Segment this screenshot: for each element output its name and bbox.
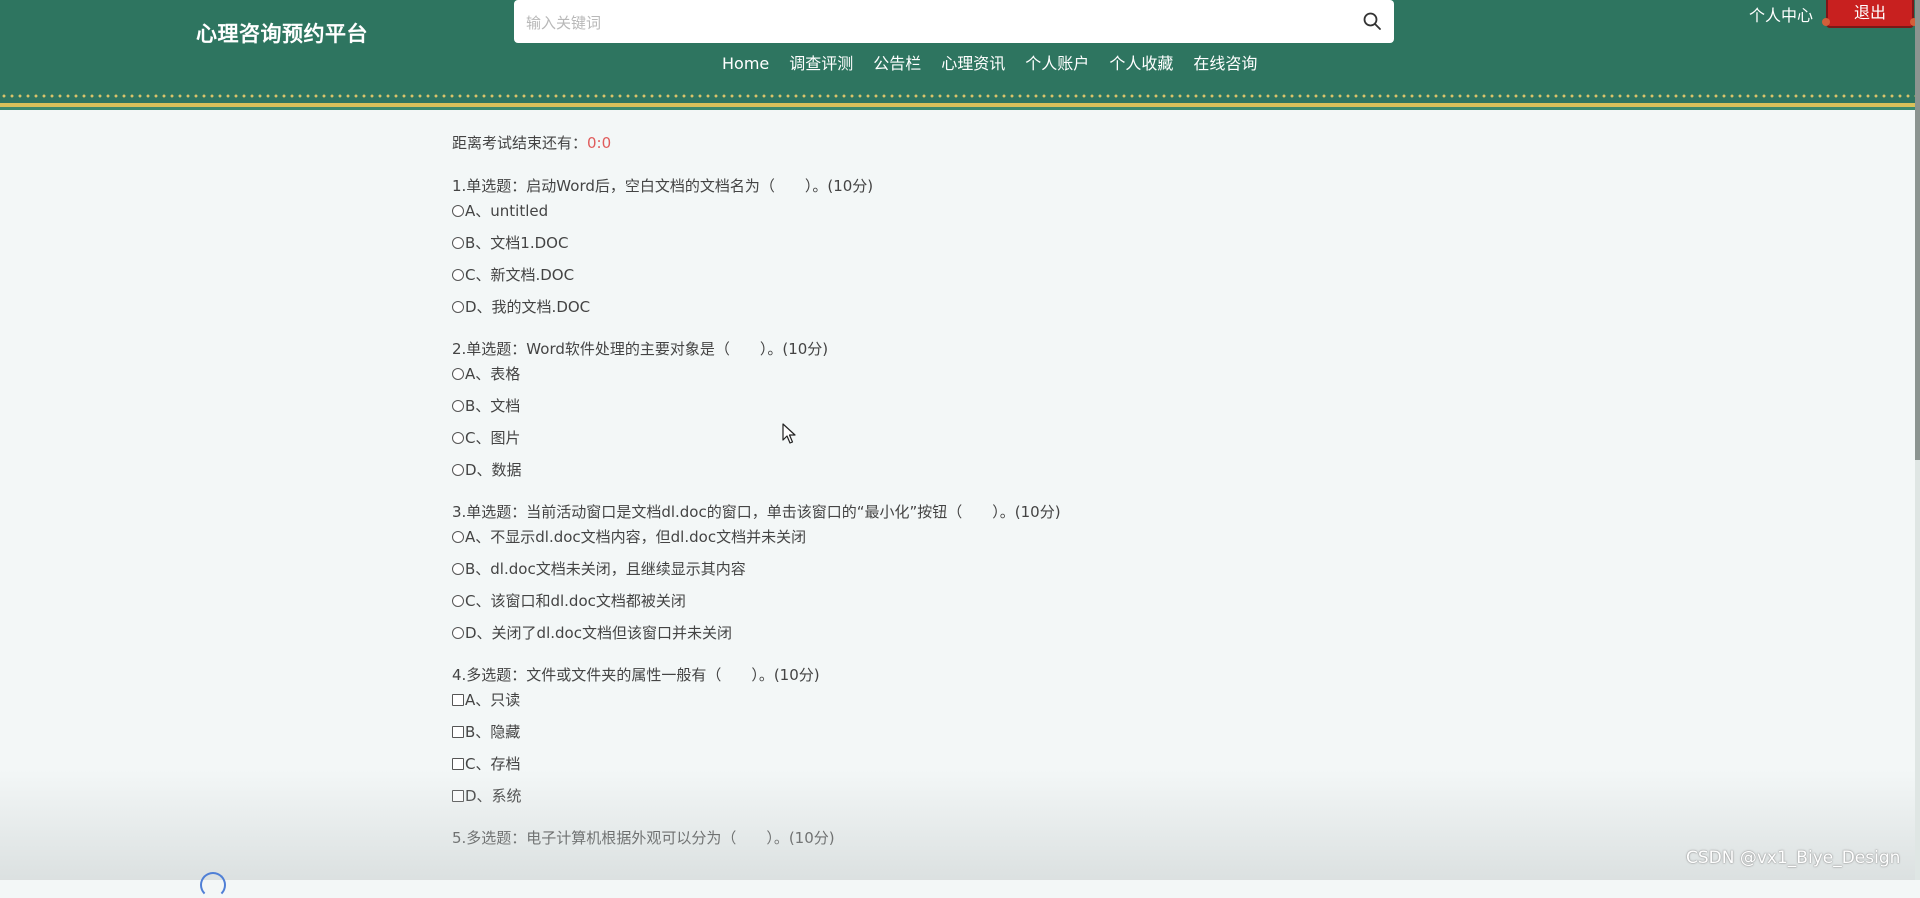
timer-value: 0:0 xyxy=(587,134,612,152)
answer-option[interactable]: B、文档 xyxy=(452,396,1352,416)
site-title[interactable]: 心理咨询预约平台 xyxy=(196,18,368,48)
search-bar xyxy=(514,0,1394,43)
page-scrollbar[interactable] xyxy=(1915,0,1920,880)
logout-button[interactable]: 退出 xyxy=(1822,0,1918,28)
main-nav: Home 调查评测 公告栏 心理资讯 个人账户 个人收藏 在线咨询 xyxy=(712,50,1267,78)
question-title: 3.单选题：当前活动窗口是文档dl.doc的窗口，单击该窗口的“最小化”按钮（ … xyxy=(452,503,1061,521)
answer-option[interactable]: C、该窗口和dl.doc文档都被关闭 xyxy=(452,591,1352,611)
answer-option[interactable]: C、存档 xyxy=(452,754,1352,774)
option-label: A、untitled xyxy=(465,202,549,220)
option-label: B、文档1.DOC xyxy=(465,234,569,252)
answer-option[interactable]: B、文档1.DOC xyxy=(452,233,1352,253)
answer-option[interactable]: C、新文档.DOC xyxy=(452,265,1352,285)
user-center-link[interactable]: 个人中心 xyxy=(1749,2,1813,26)
answer-option[interactable]: A、只读 xyxy=(452,690,1352,710)
answer-option[interactable]: A、表格 xyxy=(452,364,1352,384)
nav-bulletin[interactable]: 公告栏 xyxy=(863,50,931,78)
radio-button[interactable] xyxy=(452,237,464,249)
answer-option[interactable]: C、图片 xyxy=(452,428,1352,448)
radio-button[interactable] xyxy=(452,464,464,476)
question-item: 2.单选题：Word软件处理的主要对象是（ ）。(10分) A、表格 B、文档 … xyxy=(452,339,1352,480)
question-title: 2.单选题：Word软件处理的主要对象是（ ）。(10分) xyxy=(452,340,829,358)
option-label: C、该窗口和dl.doc文档都被关闭 xyxy=(465,592,686,610)
answer-option[interactable]: D、数据 xyxy=(452,460,1352,480)
watermark-text: CSDN @vx1_Biye_Design xyxy=(1686,848,1901,868)
timer-label: 距离考试结束还有： xyxy=(452,134,588,152)
radio-button[interactable] xyxy=(452,269,464,281)
loading-spinner-icon xyxy=(200,872,226,898)
answer-option[interactable]: A、不显示dl.doc文档内容，但dl.doc文档并未关闭 xyxy=(452,527,1352,547)
option-label: A、表格 xyxy=(465,365,521,383)
search-input[interactable] xyxy=(524,8,1348,37)
top-header: 心理咨询预约平台 Home 调查评测 公告栏 心理资讯 个人账户 个人收藏 在线… xyxy=(0,0,1920,110)
question-item: 1.单选题：启动Word后，空白文档的文档名为（ ）。(10分) A、untit… xyxy=(452,176,1352,317)
option-label: C、新文档.DOC xyxy=(465,266,575,284)
checkbox[interactable] xyxy=(452,694,464,706)
question-item: 4.多选题：文件或文件夹的属性一般有（ ）。(10分) A、只读 B、隐藏 C、… xyxy=(452,665,1352,806)
option-label: D、数据 xyxy=(465,461,522,479)
question-item: 5.多选题：电子计算机根据外观可以分为（ ）。(10分) xyxy=(452,828,1352,848)
option-label: B、隐藏 xyxy=(465,723,521,741)
question-title: 5.多选题：电子计算机根据外观可以分为（ ）。(10分) xyxy=(452,829,835,847)
question-title: 4.多选题：文件或文件夹的属性一般有（ ）。(10分) xyxy=(452,666,820,684)
answer-option[interactable]: D、系统 xyxy=(452,786,1352,806)
option-label: D、系统 xyxy=(465,787,522,805)
nav-account[interactable]: 个人账户 xyxy=(1015,50,1099,78)
exam-panel: 距离考试结束还有：0:0 1.单选题：启动Word后，空白文档的文档名为（ ）。… xyxy=(452,132,1352,848)
checkbox[interactable] xyxy=(452,790,464,802)
radio-button[interactable] xyxy=(452,400,464,412)
radio-button[interactable] xyxy=(452,205,464,217)
option-label: D、我的文档.DOC xyxy=(465,298,591,316)
nav-home[interactable]: Home xyxy=(712,50,779,78)
answer-option[interactable]: B、dl.doc文档未关闭，且继续显示其内容 xyxy=(452,559,1352,579)
answer-option[interactable]: A、untitled xyxy=(452,201,1352,221)
nav-online-consult[interactable]: 在线咨询 xyxy=(1183,50,1267,78)
option-label: B、文档 xyxy=(465,397,521,415)
mouse-cursor-icon xyxy=(782,423,796,444)
radio-button[interactable] xyxy=(452,301,464,313)
header-green-stripe xyxy=(0,107,1920,110)
radio-button[interactable] xyxy=(452,368,464,380)
nav-favorites[interactable]: 个人收藏 xyxy=(1099,50,1183,78)
question-item: 3.单选题：当前活动窗口是文档dl.doc的窗口，单击该窗口的“最小化”按钮（ … xyxy=(452,502,1352,643)
option-label: C、图片 xyxy=(465,429,521,447)
option-label: A、不显示dl.doc文档内容，但dl.doc文档并未关闭 xyxy=(465,528,807,546)
answer-option[interactable]: D、我的文档.DOC xyxy=(452,297,1352,317)
radio-button[interactable] xyxy=(452,627,464,639)
scrollbar-thumb[interactable] xyxy=(1915,0,1920,460)
nav-survey[interactable]: 调查评测 xyxy=(779,50,863,78)
checkbox[interactable] xyxy=(452,758,464,770)
option-label: B、dl.doc文档未关闭，且继续显示其内容 xyxy=(465,560,746,578)
checkbox[interactable] xyxy=(452,726,464,738)
nav-news[interactable]: 心理资讯 xyxy=(931,50,1015,78)
radio-button[interactable] xyxy=(452,595,464,607)
radio-button[interactable] xyxy=(452,432,464,444)
question-title: 1.单选题：启动Word后，空白文档的文档名为（ ）。(10分) xyxy=(452,177,874,195)
radio-button[interactable] xyxy=(452,531,464,543)
search-icon[interactable] xyxy=(1362,11,1382,31)
answer-option[interactable]: B、隐藏 xyxy=(452,722,1352,742)
option-label: C、存档 xyxy=(465,755,521,773)
answer-option[interactable]: D、关闭了dl.doc文档但该窗口并未关闭 xyxy=(452,623,1352,643)
exam-timer: 距离考试结束还有：0:0 xyxy=(452,132,1352,154)
option-label: D、关闭了dl.doc文档但该窗口并未关闭 xyxy=(465,624,732,642)
radio-button[interactable] xyxy=(452,563,464,575)
header-dotted-border xyxy=(0,93,1920,99)
option-label: A、只读 xyxy=(465,691,521,709)
